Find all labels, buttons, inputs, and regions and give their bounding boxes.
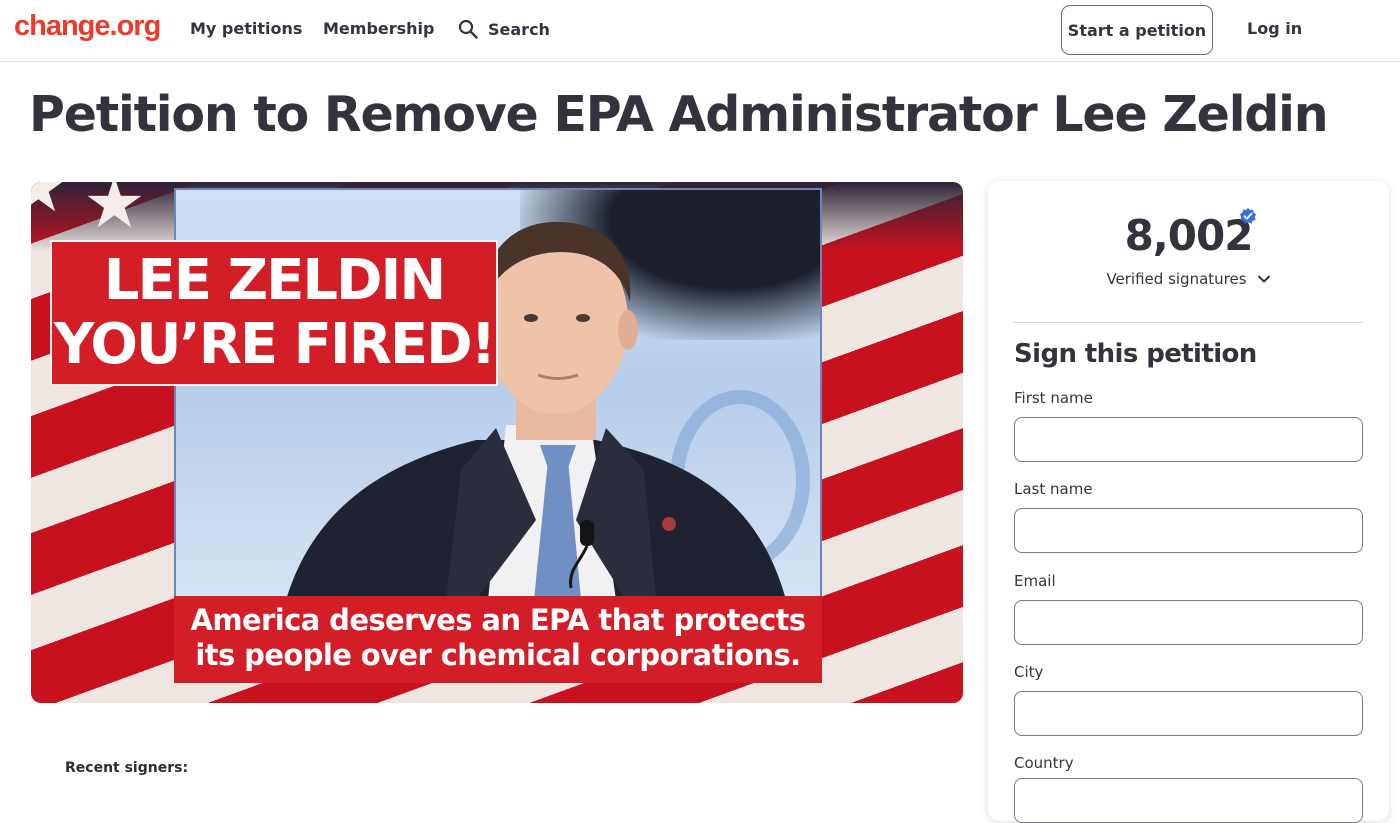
email-label: Email bbox=[1014, 572, 1056, 590]
verified-signatures-toggle[interactable]: Verified signatures bbox=[988, 270, 1389, 288]
email-field[interactable] bbox=[1014, 600, 1363, 645]
nav-my-petitions[interactable]: My petitions bbox=[190, 19, 302, 38]
card-divider bbox=[1013, 322, 1363, 323]
nav-membership[interactable]: Membership bbox=[323, 19, 435, 38]
change-org-logo[interactable]: change.org bbox=[14, 10, 161, 43]
chevron-down-icon bbox=[1257, 275, 1270, 283]
signature-count: 8,002 bbox=[1124, 211, 1254, 260]
headline-banner: LEE ZELDIN YOU’RE FIRED! bbox=[50, 240, 498, 386]
headline-line-1: LEE ZELDIN bbox=[103, 248, 446, 313]
last-name-label: Last name bbox=[1014, 480, 1093, 498]
verified-signatures-label: Verified signatures bbox=[1106, 270, 1247, 288]
petition-title: Petition to Remove EPA Administrator Lee… bbox=[29, 86, 1329, 143]
login-link[interactable]: Log in bbox=[1247, 19, 1302, 38]
city-field[interactable] bbox=[1014, 691, 1363, 736]
city-label: City bbox=[1014, 663, 1044, 681]
first-name-label: First name bbox=[1014, 389, 1093, 407]
verified-badge-icon bbox=[1240, 208, 1256, 224]
last-name-field[interactable] bbox=[1014, 508, 1363, 553]
flag-star-icon: ★ bbox=[31, 182, 70, 228]
petition-image: ★ ★ LEE ZELDIN YOU’RE FIRED! America des… bbox=[31, 182, 963, 703]
flag-star-icon: ★ bbox=[83, 182, 146, 244]
sign-petition-heading: Sign this petition bbox=[1014, 339, 1257, 369]
first-name-field[interactable] bbox=[1014, 417, 1363, 462]
sign-petition-card: 8,002 Verified signatures Sign this peti… bbox=[988, 181, 1389, 823]
search-icon bbox=[458, 19, 478, 39]
headline-line-2: YOU’RE FIRED! bbox=[53, 312, 496, 377]
recent-signers-label: Recent signers: bbox=[65, 760, 189, 776]
country-field[interactable] bbox=[1014, 778, 1363, 823]
caption-banner: America deserves an EPA that protects it… bbox=[174, 596, 822, 683]
nav-search[interactable]: Search bbox=[458, 19, 550, 39]
caption-line-2: its people over chemical corporations. bbox=[195, 638, 801, 672]
top-navigation: change.org My petitions Membership Searc… bbox=[0, 0, 1400, 62]
search-label: Search bbox=[488, 19, 550, 39]
caption-line-1: America deserves an EPA that protects bbox=[190, 603, 807, 637]
country-label: Country bbox=[1014, 754, 1074, 772]
start-petition-button[interactable]: Start a petition bbox=[1061, 5, 1213, 55]
